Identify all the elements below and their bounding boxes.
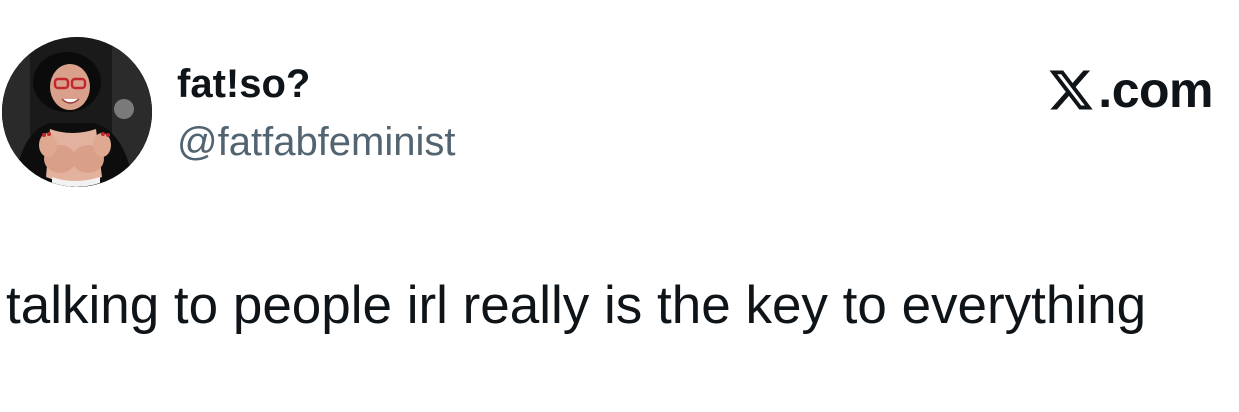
x-com-brand: .com: [1046, 62, 1213, 118]
tweet-card: fat!so? @fatfabfeminist .com talking to …: [0, 0, 1239, 412]
author-display-name[interactable]: fat!so?: [177, 58, 456, 110]
author-avatar[interactable]: [2, 37, 152, 187]
tweet-text: talking to people irl really is the key …: [6, 276, 1147, 335]
brand-domain-suffix: .com: [1098, 62, 1213, 118]
author-handle[interactable]: @fatfabfeminist: [177, 116, 456, 168]
author-identity: fat!so? @fatfabfeminist: [177, 58, 456, 168]
avatar-photo: [2, 37, 152, 187]
x-logo-icon: [1049, 70, 1093, 110]
